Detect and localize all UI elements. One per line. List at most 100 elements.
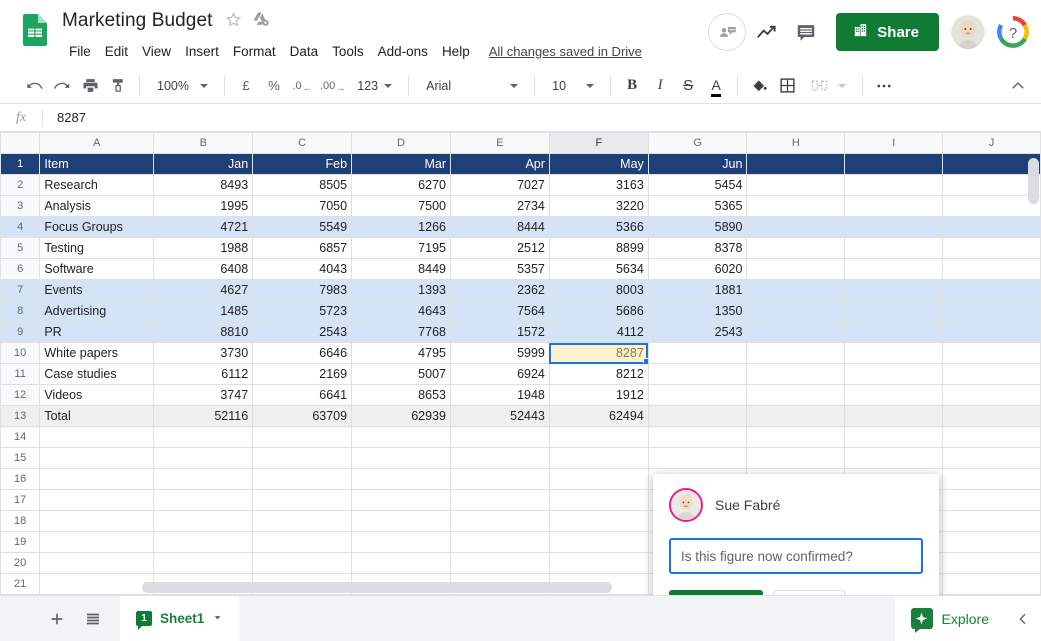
cell-h6[interactable] xyxy=(746,258,846,280)
cell-c14[interactable] xyxy=(252,426,353,448)
cell-c11[interactable]: 2169 xyxy=(252,363,353,385)
cell-c6[interactable]: 4043 xyxy=(252,258,353,280)
cell-f11[interactable]: 8212 xyxy=(548,363,649,385)
cell-e11[interactable]: 6924 xyxy=(449,363,550,385)
cell-i6[interactable] xyxy=(844,258,944,280)
cell-g3[interactable]: 5365 xyxy=(647,195,748,217)
cell-h3[interactable] xyxy=(746,195,846,217)
fill-color-icon[interactable] xyxy=(745,73,773,99)
cell-g15[interactable] xyxy=(647,447,748,469)
cell-e14[interactable] xyxy=(449,426,550,448)
cell-i13[interactable] xyxy=(844,405,944,427)
cell-e16[interactable] xyxy=(449,468,550,490)
cell-f13[interactable]: 62494 xyxy=(548,405,649,427)
cell-b19[interactable] xyxy=(153,531,254,553)
merge-cells-selector[interactable] xyxy=(801,73,855,99)
cell-d18[interactable] xyxy=(351,510,451,532)
cell-d6[interactable]: 8449 xyxy=(351,258,451,280)
cell-a2[interactable]: Research xyxy=(39,174,155,196)
star-outline-icon[interactable] xyxy=(225,11,242,32)
cell-b6[interactable]: 6408 xyxy=(153,258,254,280)
cell-e15[interactable] xyxy=(449,447,550,469)
row-header-17[interactable]: 17 xyxy=(0,489,41,511)
row-header-3[interactable]: 3 xyxy=(0,195,41,217)
cell-e9[interactable]: 1572 xyxy=(449,321,550,343)
cell-e5[interactable]: 2512 xyxy=(449,237,550,259)
cell-f17[interactable] xyxy=(548,489,649,511)
column-header-i[interactable]: I xyxy=(844,132,944,154)
cell-g8[interactable]: 1350 xyxy=(647,300,748,322)
cell-e10[interactable]: 5999 xyxy=(449,342,550,364)
cell-b10[interactable]: 3730 xyxy=(153,342,254,364)
italic-button[interactable]: I xyxy=(646,73,674,99)
cell-c15[interactable] xyxy=(252,447,353,469)
cell-i9[interactable] xyxy=(844,321,944,343)
cell-d10[interactable]: 4795 xyxy=(351,342,451,364)
cell-i5[interactable] xyxy=(844,237,944,259)
collapse-toolbar-icon[interactable] xyxy=(1003,73,1033,99)
undo-icon[interactable] xyxy=(20,73,48,99)
cell-c13[interactable]: 63709 xyxy=(252,405,353,427)
cell-h13[interactable] xyxy=(746,405,846,427)
cell-d8[interactable]: 4643 xyxy=(351,300,451,322)
cell-h10[interactable] xyxy=(746,342,846,364)
cell-a19[interactable] xyxy=(39,531,155,553)
cell-i3[interactable] xyxy=(844,195,944,217)
cell-h7[interactable] xyxy=(746,279,846,301)
cell-b17[interactable] xyxy=(153,489,254,511)
font-family-selector[interactable]: Arial xyxy=(416,73,527,99)
cell-e13[interactable]: 52443 xyxy=(449,405,550,427)
cell-c10[interactable]: 6646 xyxy=(252,342,353,364)
cell-a13[interactable]: Total xyxy=(39,405,155,427)
cell-j15[interactable] xyxy=(942,447,1041,469)
cell-h12[interactable] xyxy=(746,384,846,406)
cell-a1[interactable]: Item xyxy=(39,153,155,175)
cell-a18[interactable] xyxy=(39,510,155,532)
cell-g12[interactable] xyxy=(647,384,748,406)
cell-f5[interactable]: 8899 xyxy=(548,237,649,259)
cell-j14[interactable] xyxy=(942,426,1041,448)
row-header-21[interactable]: 21 xyxy=(0,573,41,595)
cell-h2[interactable] xyxy=(746,174,846,196)
cell-b15[interactable] xyxy=(153,447,254,469)
cell-j11[interactable] xyxy=(942,363,1041,385)
comment-box-icon[interactable] xyxy=(786,12,826,52)
cell-d16[interactable] xyxy=(351,468,451,490)
explore-button[interactable]: Explore xyxy=(894,595,1005,641)
row-header-9[interactable]: 9 xyxy=(0,321,41,343)
cell-e1[interactable]: Apr xyxy=(449,153,550,175)
cell-c17[interactable] xyxy=(252,489,353,511)
row-header-1[interactable]: 1 xyxy=(0,153,41,175)
cell-c7[interactable]: 7983 xyxy=(252,279,353,301)
sheet-tab-sheet1[interactable]: 1 Sheet1 xyxy=(120,595,240,641)
cell-e12[interactable]: 1948 xyxy=(449,384,550,406)
cell-g6[interactable]: 6020 xyxy=(647,258,748,280)
chevron-down-icon[interactable] xyxy=(212,610,223,628)
cell-b2[interactable]: 8493 xyxy=(153,174,254,196)
cell-a4[interactable]: Focus Groups xyxy=(39,216,155,238)
cell-f12[interactable]: 1912 xyxy=(548,384,649,406)
row-header-10[interactable]: 10 xyxy=(0,342,41,364)
cell-c18[interactable] xyxy=(252,510,353,532)
avatar[interactable] xyxy=(951,15,985,49)
activity-trend-icon[interactable] xyxy=(746,12,786,52)
menu-item-edit[interactable]: Edit xyxy=(98,42,135,61)
help-question-icon[interactable]: ? xyxy=(995,14,1031,50)
row-header-11[interactable]: 11 xyxy=(0,363,41,385)
comment-cancel-button[interactable]: Cancel xyxy=(773,590,846,595)
column-header-f[interactable]: F xyxy=(548,132,649,154)
menu-item-addons[interactable]: Add-ons xyxy=(371,42,435,61)
cell-g9[interactable]: 2543 xyxy=(647,321,748,343)
cell-e2[interactable]: 7027 xyxy=(449,174,550,196)
cell-d15[interactable] xyxy=(351,447,451,469)
cell-f8[interactable]: 5686 xyxy=(548,300,649,322)
cell-c3[interactable]: 7050 xyxy=(252,195,353,217)
cell-a15[interactable] xyxy=(39,447,155,469)
select-all-corner[interactable] xyxy=(0,132,41,154)
cell-f19[interactable] xyxy=(548,531,649,553)
cell-j17[interactable] xyxy=(942,489,1041,511)
borders-icon[interactable] xyxy=(773,73,801,99)
cell-b18[interactable] xyxy=(153,510,254,532)
menu-item-tools[interactable]: Tools xyxy=(325,42,371,61)
cell-j8[interactable] xyxy=(942,300,1041,322)
